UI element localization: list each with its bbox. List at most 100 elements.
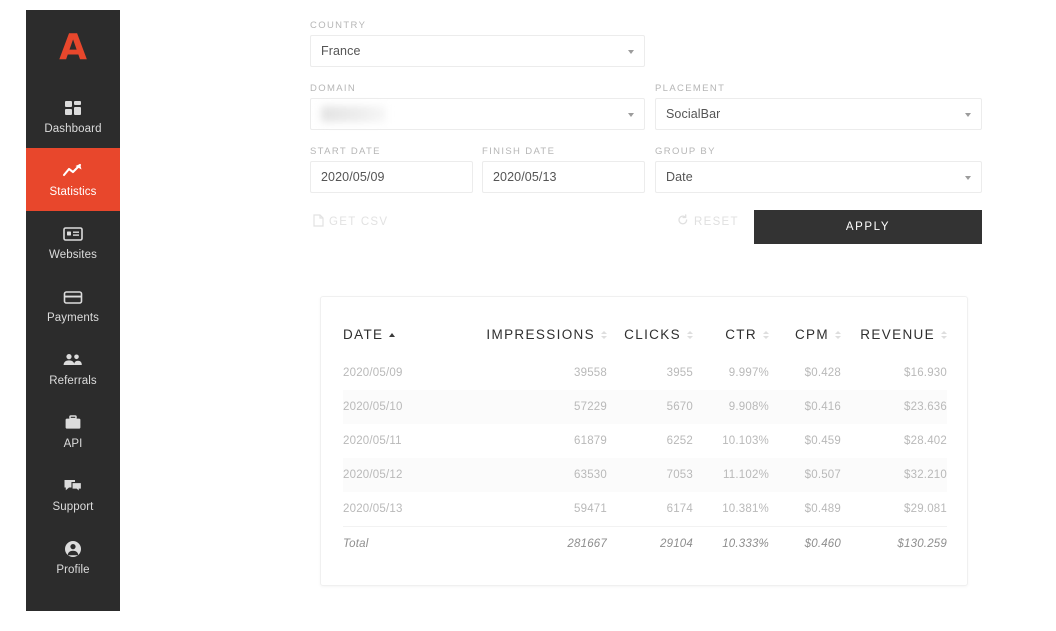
reset-button[interactable]: RESET — [677, 214, 739, 229]
cell-impressions: 59471 — [574, 503, 607, 515]
cell-ctr: 10.381% — [722, 503, 769, 515]
cell-ctr: 9.908% — [693, 390, 769, 424]
cell-cpm: $0.428 — [804, 367, 841, 379]
sidebar-item-payments[interactable]: Payments — [26, 274, 120, 337]
apply-button[interactable]: APPLY — [754, 210, 982, 244]
country-select[interactable]: France — [310, 35, 645, 67]
column-header-date[interactable]: DATE — [343, 327, 467, 356]
app-logo[interactable]: A — [26, 10, 120, 85]
column-header-impressions[interactable]: IMPRESSIONS — [467, 327, 607, 356]
sidebar-item-label: Payments — [47, 312, 99, 324]
cell-revenue: $23.636 — [841, 390, 947, 424]
sort-ascending-icon — [389, 332, 396, 337]
user-circle-icon — [63, 539, 83, 559]
chevron-down-icon — [628, 50, 634, 54]
chevron-down-icon — [965, 113, 971, 117]
sidebar-item-dashboard[interactable]: Dashboard — [26, 85, 120, 148]
sort-neutral-icon — [835, 330, 841, 339]
placement-value: SocialBar — [666, 107, 721, 121]
cell-date: 2020/05/10 — [343, 390, 467, 424]
sidebar-item-label: Dashboard — [44, 123, 102, 135]
cell-revenue: $28.402 — [904, 435, 947, 447]
reset-label: RESET — [694, 215, 739, 228]
start-date-value: 2020/05/09 — [321, 170, 385, 184]
field-group-by: GROUP BY Date — [655, 146, 982, 193]
file-document-icon — [313, 214, 324, 230]
cell-date: 2020/05/09 — [343, 367, 403, 379]
cell-date: 2020/05/11 — [343, 435, 402, 447]
cell-clicks: 7053 — [607, 458, 693, 492]
finish-date-value: 2020/05/13 — [493, 170, 557, 184]
table-row[interactable]: 2020/05/10 57229 5670 9.908% $0.416 $23.… — [343, 390, 947, 424]
sort-neutral-icon — [941, 330, 947, 339]
sort-neutral-icon — [763, 330, 769, 339]
cell-impressions: 63530 — [467, 458, 607, 492]
cell-revenue: $29.081 — [904, 503, 947, 515]
cell-total-cpm: $0.460 — [769, 526, 841, 561]
table-body: 2020/05/09 39558 3955 9.997% $0.428 $16.… — [343, 356, 947, 561]
cell-total-revenue: $130.259 — [841, 526, 947, 561]
start-date-label: START DATE — [310, 146, 381, 157]
placement-select[interactable]: SocialBar — [655, 98, 982, 130]
action-row: GET CSV RESET APPLY — [310, 210, 982, 244]
cell-clicks: 3955 — [666, 367, 693, 379]
cell-cpm: $0.489 — [804, 503, 841, 515]
cell-ctr: 11.102% — [693, 458, 769, 492]
table-row[interactable]: 2020/05/09 39558 3955 9.997% $0.428 $16.… — [343, 356, 947, 390]
sort-neutral-icon — [687, 330, 693, 339]
domain-value-redacted — [321, 106, 387, 122]
column-header-ctr[interactable]: CTR — [693, 327, 769, 356]
table-row[interactable]: 2020/05/11 61879 6252 10.103% $0.459 $28… — [343, 424, 947, 458]
credit-card-icon — [62, 287, 84, 307]
domain-label: DOMAIN — [310, 83, 357, 94]
finish-date-input[interactable]: 2020/05/13 — [482, 161, 645, 193]
column-header-revenue[interactable]: REVENUE — [841, 327, 947, 356]
column-label: CTR — [725, 327, 757, 342]
column-label: DATE — [343, 327, 384, 342]
start-date-input[interactable]: 2020/05/09 — [310, 161, 473, 193]
cell-total-label: Total — [343, 526, 467, 561]
field-finish-date: FINISH DATE 2020/05/13 — [482, 146, 645, 193]
sort-neutral-icon — [601, 330, 607, 339]
sidebar-item-label: Referrals — [49, 375, 97, 387]
field-placement: PLACEMENT SocialBar — [655, 83, 982, 130]
get-csv-label: GET CSV — [329, 216, 389, 228]
cell-revenue: $16.930 — [904, 367, 947, 379]
column-header-cpm[interactable]: CPM — [769, 327, 841, 356]
cell-cpm: $0.416 — [769, 390, 841, 424]
group-by-label: GROUP BY — [655, 146, 716, 157]
table-row[interactable]: 2020/05/13 59471 6174 10.381% $0.489 $29… — [343, 492, 947, 527]
users-group-icon — [61, 350, 85, 370]
cell-clicks: 6174 — [666, 503, 693, 515]
sidebar-item-support[interactable]: Support — [26, 463, 120, 526]
sidebar-item-referrals[interactable]: Referrals — [26, 337, 120, 400]
column-header-clicks[interactable]: CLICKS — [607, 327, 693, 356]
domain-select[interactable] — [310, 98, 645, 130]
logo-letter-a: A — [59, 26, 87, 68]
sidebar-item-profile[interactable]: Profile — [26, 526, 120, 589]
dashboard-grid-icon — [63, 98, 83, 118]
cell-total-impressions: 281667 — [467, 526, 607, 561]
sidebar-item-websites[interactable]: Websites — [26, 211, 120, 274]
table-header: DATE IMPRESSIONS CLICKS CTR CPM REVENUE — [343, 327, 947, 356]
country-value: France — [321, 44, 361, 58]
table-row[interactable]: 2020/05/12 63530 7053 11.102% $0.507 $32… — [343, 458, 947, 492]
group-by-select[interactable]: Date — [655, 161, 982, 193]
sidebar-item-label: API — [63, 438, 83, 450]
cell-date: 2020/05/12 — [343, 458, 467, 492]
table-total-row: Total 281667 29104 10.333% $0.460 $130.2… — [343, 526, 947, 561]
main-content: COUNTRY France DOMAIN PLACEMENT SocialBa… — [120, 0, 1056, 631]
chevron-down-icon — [628, 113, 634, 117]
briefcase-icon — [63, 413, 83, 433]
cell-revenue: $32.210 — [841, 458, 947, 492]
sidebar-item-label: Support — [52, 501, 94, 513]
get-csv-button[interactable]: GET CSV — [313, 214, 388, 230]
browser-window-icon — [62, 224, 84, 244]
cell-total-clicks: 29104 — [607, 526, 693, 561]
sidebar: A Dashboard Statistics Websites Payments… — [26, 10, 120, 611]
column-label: REVENUE — [860, 327, 935, 342]
sidebar-item-statistics[interactable]: Statistics — [26, 148, 120, 211]
cell-total-ctr: 10.333% — [693, 526, 769, 561]
sidebar-item-api[interactable]: API — [26, 400, 120, 463]
column-label: IMPRESSIONS — [486, 327, 595, 342]
